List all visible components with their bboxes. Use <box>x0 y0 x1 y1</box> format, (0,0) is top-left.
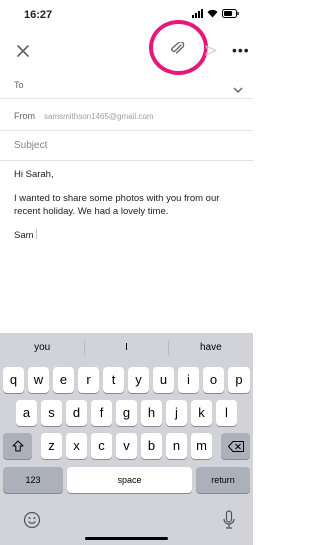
home-indicator <box>85 537 168 540</box>
key-k[interactable]: k <box>191 400 212 426</box>
suggestion-bar: you I have <box>0 333 253 363</box>
message-body[interactable]: Hi Sarah, I wanted to share some photos … <box>14 168 244 253</box>
space-key[interactable]: space <box>67 467 192 493</box>
key-d[interactable]: d <box>66 400 87 426</box>
suggestion-2[interactable]: I <box>84 333 168 363</box>
key-j[interactable]: j <box>166 400 187 426</box>
status-time: 16:27 <box>24 9 53 21</box>
shift-key[interactable] <box>3 433 32 459</box>
subject-field[interactable]: Subject <box>0 133 253 161</box>
suggestion-3[interactable]: have <box>169 333 253 363</box>
key-r[interactable]: r <box>78 367 99 393</box>
to-label: To <box>14 80 24 90</box>
from-field[interactable]: From samsmithson1465@gmail.com <box>0 101 253 131</box>
status-bar: 16:27 <box>0 0 253 30</box>
text-cursor <box>35 229 37 239</box>
key-v[interactable]: v <box>116 433 137 459</box>
send-icon[interactable] <box>205 43 217 56</box>
wifi-icon <box>207 9 218 18</box>
key-o[interactable]: o <box>203 367 224 393</box>
key-c[interactable]: c <box>91 433 112 459</box>
chevron-down-icon[interactable] <box>233 81 243 93</box>
status-icons <box>192 9 239 18</box>
key-u[interactable]: u <box>153 367 174 393</box>
key-y[interactable]: y <box>128 367 149 393</box>
shift-icon <box>12 440 23 452</box>
close-icon[interactable] <box>14 42 32 60</box>
battery-icon <box>222 9 239 18</box>
key-l[interactable]: l <box>216 400 237 426</box>
key-n[interactable]: n <box>166 433 187 459</box>
backspace-icon <box>227 441 244 452</box>
return-key[interactable]: return <box>196 467 250 493</box>
key-i[interactable]: i <box>178 367 199 393</box>
body-greeting: Hi Sarah, <box>14 169 54 180</box>
key-m[interactable]: m <box>191 433 212 459</box>
backspace-key[interactable] <box>221 433 250 459</box>
microphone-icon[interactable] <box>222 510 236 535</box>
suggestion-divider <box>84 341 85 355</box>
key-z[interactable]: z <box>41 433 62 459</box>
key-t[interactable]: t <box>103 367 124 393</box>
key-f[interactable]: f <box>91 400 112 426</box>
key-g[interactable]: g <box>116 400 137 426</box>
body-paragraph: I wanted to share some photos with you f… <box>14 193 220 217</box>
key-s[interactable]: s <box>41 400 62 426</box>
key-q[interactable]: q <box>3 367 24 393</box>
key-p[interactable]: p <box>228 367 250 393</box>
signal-icon <box>192 9 203 18</box>
to-field[interactable]: To <box>0 72 253 99</box>
key-w[interactable]: w <box>28 367 49 393</box>
from-label: From <box>14 111 35 121</box>
key-b[interactable]: b <box>141 433 162 459</box>
emoji-icon[interactable] <box>23 511 41 534</box>
body-signature: Sam <box>14 230 34 241</box>
body-signature-line: Sam <box>14 229 244 242</box>
more-vert-icon[interactable]: ••• <box>232 43 250 57</box>
from-address: samsmithson1465@gmail.com <box>44 112 154 121</box>
numbers-key[interactable]: 123 <box>3 467 63 493</box>
suggestion-1[interactable]: you <box>0 333 84 363</box>
subject-placeholder: Subject <box>14 140 48 151</box>
keyboard: you I have q w e r t y u i o p a s d f g… <box>0 333 253 545</box>
key-x[interactable]: x <box>66 433 87 459</box>
suggestion-divider <box>168 341 169 355</box>
paperclip-icon[interactable] <box>170 41 186 54</box>
key-a[interactable]: a <box>16 400 37 426</box>
key-h[interactable]: h <box>141 400 162 426</box>
key-e[interactable]: e <box>53 367 74 393</box>
